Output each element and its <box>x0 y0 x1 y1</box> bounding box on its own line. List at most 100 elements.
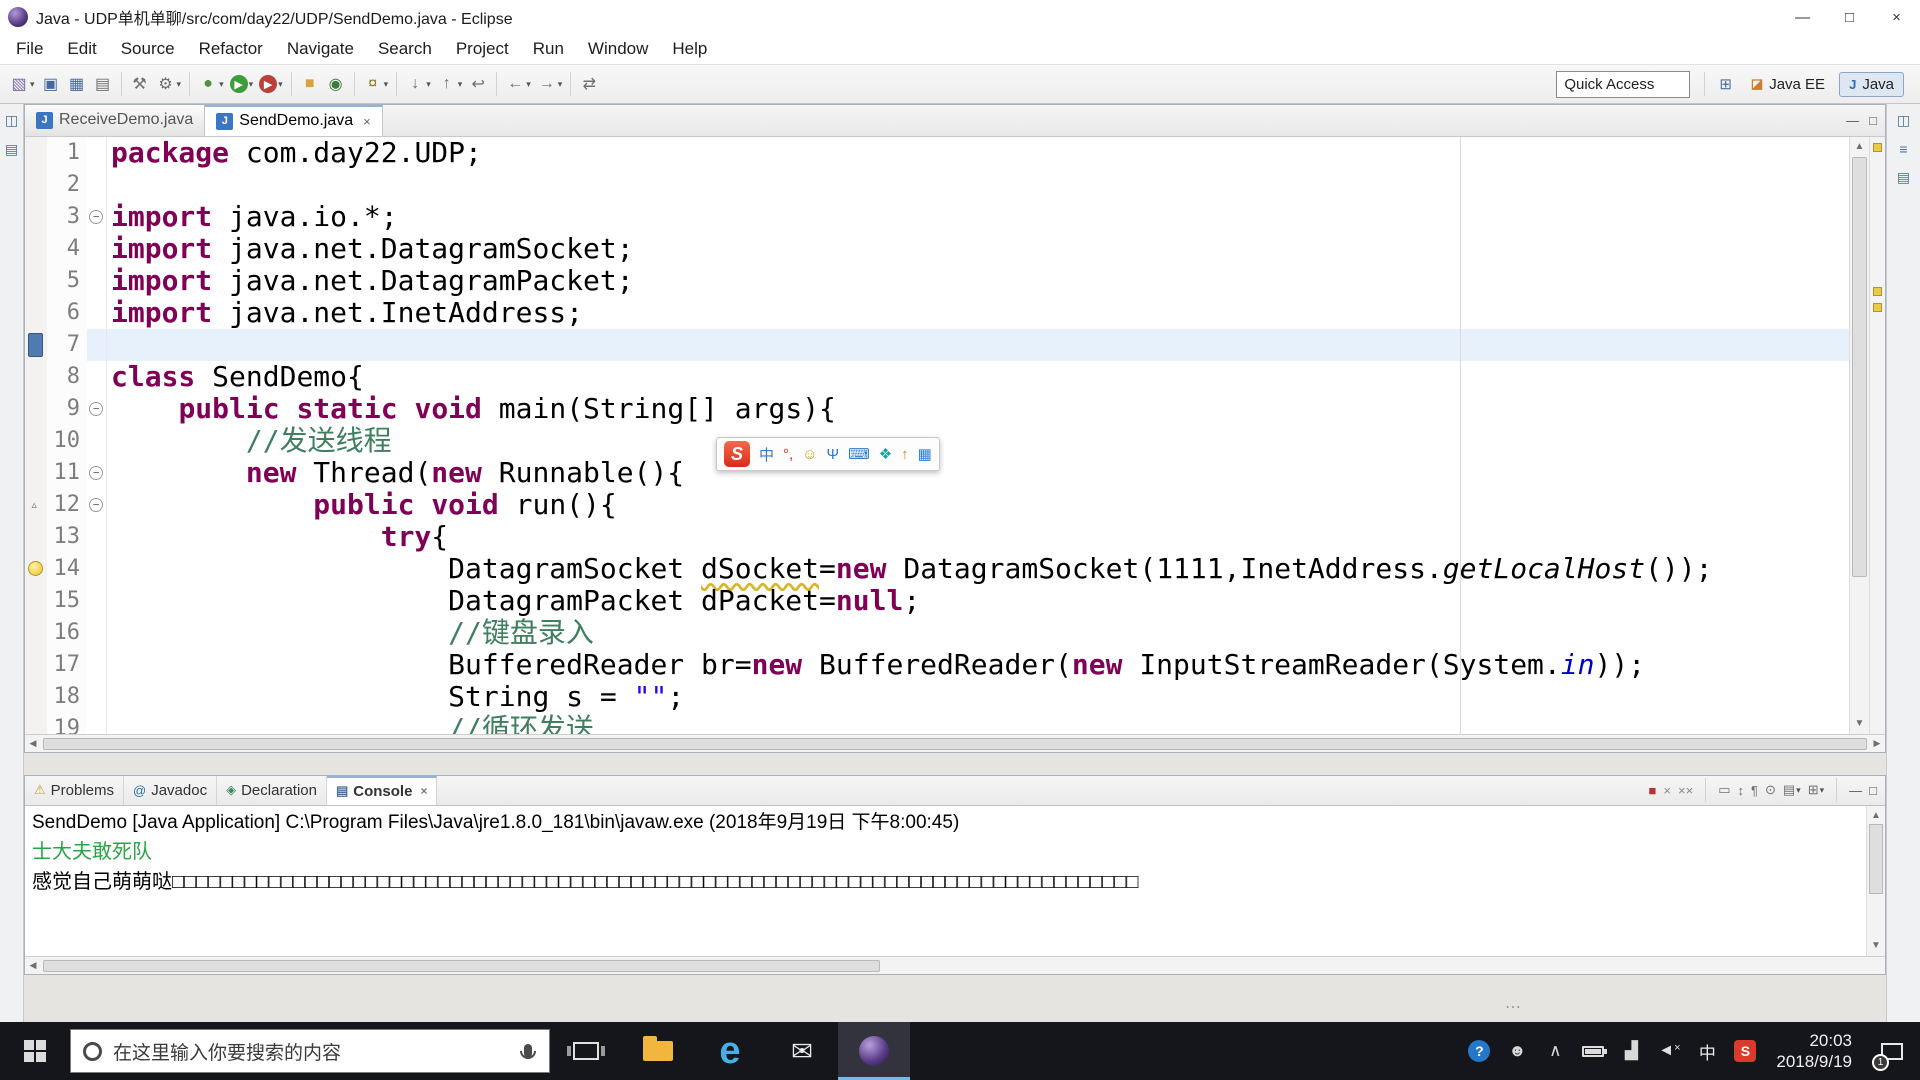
code-text[interactable]: import java.net.DatagramSocket; <box>107 232 1849 265</box>
tray-battery[interactable] <box>1574 1022 1612 1080</box>
code-text[interactable]: DatagramPacket dPacket=null; <box>107 584 1849 617</box>
task-list-view-icon[interactable]: ▤ <box>1897 169 1910 186</box>
code-text[interactable]: public void run(){ <box>107 488 1849 521</box>
view-tab-declaration[interactable]: ◈ Declaration <box>217 776 327 805</box>
close-view-icon[interactable]: × <box>420 784 427 798</box>
taskbar-file-explorer[interactable] <box>622 1022 694 1080</box>
start-button[interactable] <box>0 1022 70 1080</box>
menu-navigate[interactable]: Navigate <box>275 34 366 64</box>
new-java-class-button[interactable]: ◉ <box>323 69 349 99</box>
save-all-button[interactable]: ▦ <box>64 69 90 99</box>
code-text[interactable] <box>107 169 1849 201</box>
code-text[interactable]: try{ <box>107 520 1849 553</box>
code-text[interactable]: import java.net.DatagramPacket; <box>107 264 1849 297</box>
console-scroll-up-icon[interactable]: ▲ <box>1867 808 1885 824</box>
overview-ruler[interactable] <box>1869 136 1885 735</box>
console-output-area[interactable]: SendDemo [Java Application] C:\Program F… <box>25 805 1885 957</box>
menu-help[interactable]: Help <box>660 34 719 64</box>
collapse-icon[interactable]: − <box>89 497 103 512</box>
scroll-up-arrow-icon[interactable]: ▲ <box>1850 139 1869 155</box>
terminate-button[interactable]: ■ <box>1649 783 1657 798</box>
code-text[interactable]: class SendDemo{ <box>107 360 1849 393</box>
close-tab-icon[interactable]: × <box>363 114 371 129</box>
warning-overview-mark[interactable] <box>1873 142 1882 152</box>
debug-button[interactable]: ● ▾ <box>195 69 227 99</box>
scroll-right-arrow-icon[interactable]: ▶ <box>1869 738 1885 749</box>
new-wizard-button[interactable]: ▧ ▾ <box>6 69 38 99</box>
editor-tab-receivedemo.java[interactable]: J ReceiveDemo.java <box>25 105 206 136</box>
restore-left-views-icon[interactable]: ◫ <box>5 112 18 129</box>
tray-volume-muted[interactable]: ◄× <box>1650 1022 1688 1080</box>
menu-project[interactable]: Project <box>444 34 521 64</box>
tray-ime-language[interactable]: 中 <box>1688 1022 1726 1080</box>
code-text[interactable]: //键盘录入 <box>107 616 1849 649</box>
maximize-button[interactable]: □ <box>1826 0 1873 34</box>
menu-source[interactable]: Source <box>109 34 187 64</box>
tray-sogou[interactable]: S <box>1726 1022 1764 1080</box>
save-button[interactable]: ▣ <box>38 69 64 99</box>
remove-all-launches-button[interactable]: ×× <box>1678 783 1693 798</box>
display-selected-console-button[interactable]: ▤ ▾ <box>1783 782 1801 798</box>
console-horizontal-thumb[interactable] <box>43 959 880 972</box>
warning-overview-mark[interactable] <box>1873 286 1882 296</box>
horizontal-scroll-thumb[interactable] <box>43 737 1867 750</box>
remove-launch-button[interactable]: × <box>1663 783 1671 798</box>
microphone-icon[interactable] <box>519 1043 537 1059</box>
voice-input-icon[interactable]: Ψ <box>827 446 840 463</box>
code-text[interactable]: BufferedReader br=new BufferedReader(new… <box>107 648 1849 681</box>
run-button[interactable]: ▶ ▾ <box>227 69 257 99</box>
editor-tab-senddemo.java[interactable]: J SendDemo.java × <box>205 105 383 136</box>
minimize-editor-button[interactable]: — <box>1846 113 1859 128</box>
chinese-mode-icon[interactable]: 中 <box>759 444 774 465</box>
search-button[interactable]: ¤ ▾ <box>360 69 392 99</box>
word-wrap-button[interactable]: ¶ <box>1751 783 1758 798</box>
tray-help[interactable]: ? <box>1460 1022 1498 1080</box>
punctuation-mode-icon[interactable]: °, <box>783 446 793 463</box>
vertical-scroll-thumb[interactable] <box>1852 156 1867 577</box>
emoji-picker-icon[interactable]: ☺ <box>802 446 817 463</box>
perspective-java-ee[interactable]: ◪ Java EE <box>1741 72 1835 97</box>
taskbar-mail[interactable]: ✉ <box>766 1022 838 1080</box>
console-scroll-left-icon[interactable]: ◀ <box>25 960 41 971</box>
maximize-editor-button[interactable]: □ <box>1869 113 1877 128</box>
skin-center-icon[interactable]: ❖ <box>879 445 892 463</box>
scroll-down-arrow-icon[interactable]: ▼ <box>1850 716 1869 732</box>
code-text[interactable]: import java.io.*; <box>107 200 1849 233</box>
open-console-button[interactable]: ⊞ ▾ <box>1808 782 1824 798</box>
pin-console-button[interactable]: ⊙ <box>1765 782 1776 798</box>
collapse-icon[interactable]: − <box>89 209 103 224</box>
build-all-button[interactable]: ⚒ <box>127 69 153 99</box>
toolbox-icon[interactable]: ▦ <box>918 445 932 463</box>
code-text[interactable]: import java.net.InetAddress; <box>107 296 1849 329</box>
code-text[interactable]: String s = ""; <box>107 680 1849 713</box>
console-vertical-scrollbar[interactable]: ▲ ▼ <box>1866 805 1885 957</box>
link-with-editor-button[interactable]: ⇄ <box>576 69 602 99</box>
maximize-view-button[interactable]: □ <box>1869 783 1877 798</box>
taskbar-task-view[interactable] <box>550 1022 622 1080</box>
view-tab-javadoc[interactable]: @ Javadoc <box>124 776 218 805</box>
menu-edit[interactable]: Edit <box>55 34 108 64</box>
tray-network[interactable]: ▟ <box>1612 1022 1650 1080</box>
close-button[interactable]: × <box>1873 0 1920 34</box>
scroll-left-arrow-icon[interactable]: ◀ <box>25 738 41 749</box>
minimize-button[interactable]: — <box>1779 0 1826 34</box>
code-text[interactable]: public static void main(String[] args){ <box>107 392 1849 425</box>
external-tools-button[interactable]: ⚙ ▾ <box>153 69 185 99</box>
restore-right-views-icon[interactable]: ◫ <box>1897 112 1910 129</box>
quick-access-input[interactable]: Quick Access <box>1556 70 1691 98</box>
clear-console-button[interactable]: ▭ <box>1718 782 1730 798</box>
code-editor[interactable]: 1 package com.day22.UDP; 2 3− import java.io… <box>25 136 1885 735</box>
view-tab-console[interactable]: ▤ Console × <box>326 776 438 805</box>
taskbar-search-input[interactable]: 在这里输入你要搜索的内容 <box>70 1029 550 1073</box>
taskbar-clock[interactable]: 20:03 2018/9/19 <box>1764 1030 1864 1072</box>
view-tab-problems[interactable]: ⚠ Problems <box>25 776 125 805</box>
scroll-lock-button[interactable]: ↕ <box>1737 783 1744 798</box>
code-text[interactable]: //循环发送 <box>107 712 1849 734</box>
soft-keyboard-icon[interactable]: ⌨ <box>848 445 870 463</box>
last-edit-location-button[interactable]: ↩ <box>465 69 491 99</box>
taskbar-edge[interactable]: e <box>694 1022 766 1080</box>
console-vertical-thumb[interactable] <box>1869 823 1883 894</box>
console-horizontal-scrollbar[interactable]: ◀ <box>25 956 1885 974</box>
minimize-view-button[interactable]: — <box>1849 783 1862 798</box>
code-text[interactable] <box>107 328 1849 361</box>
